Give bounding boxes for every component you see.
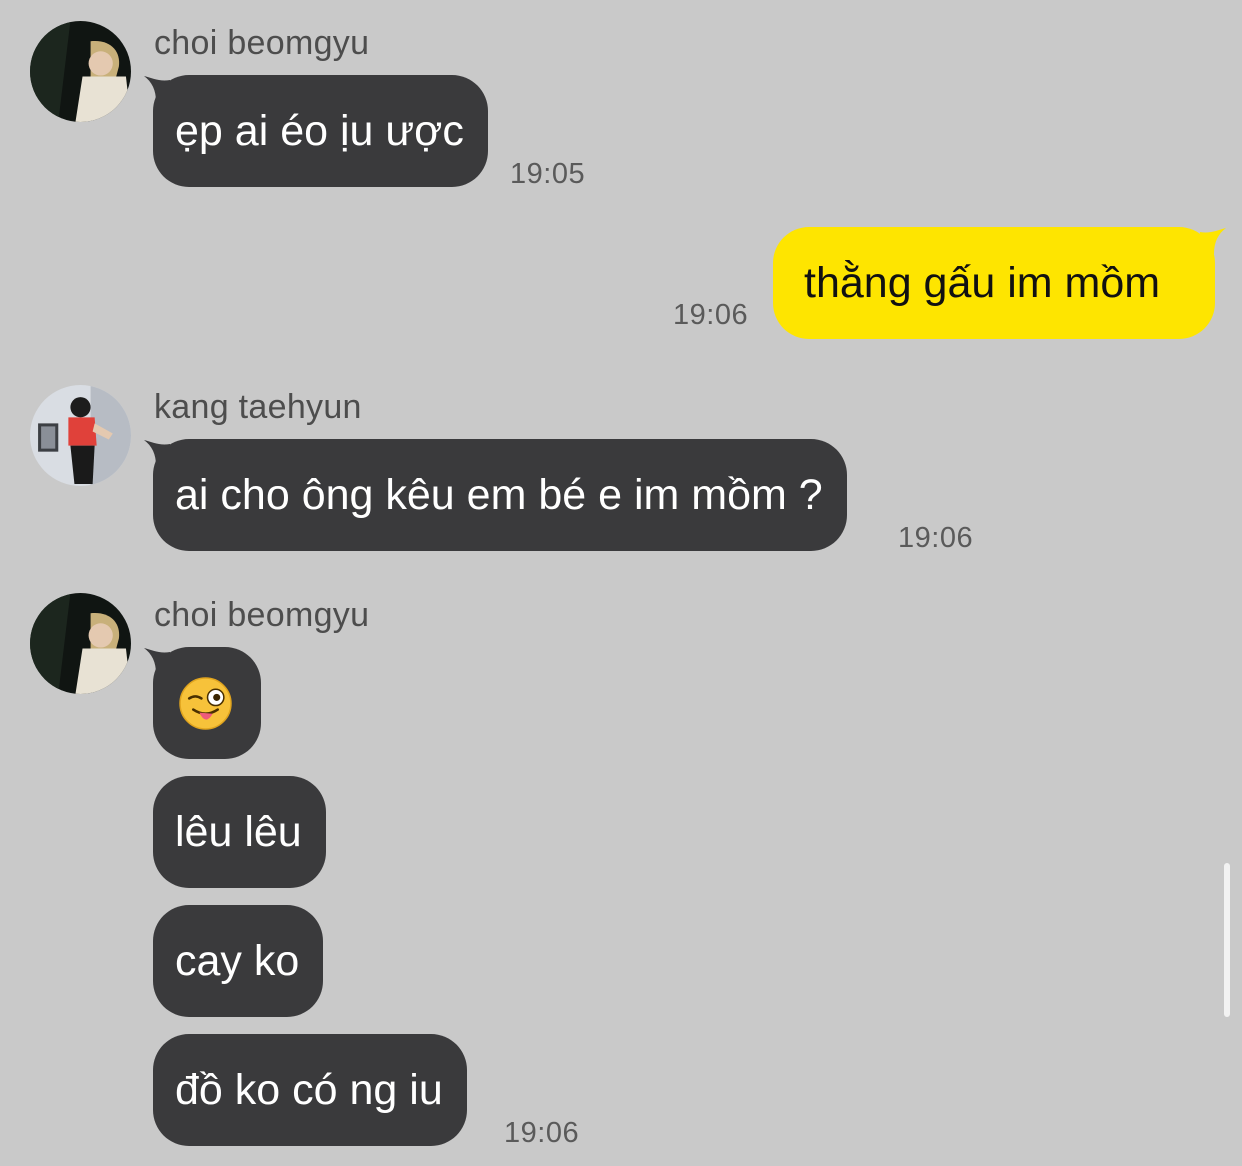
avatar-kang-taehyun[interactable]: [30, 385, 131, 486]
message-bubble[interactable]: ai cho ông kêu em bé e im mồm ?: [153, 439, 847, 551]
message-bubble-outgoing[interactable]: thằng gấu im mồm: [773, 227, 1215, 339]
avatar-choi-beomgyu[interactable]: [30, 593, 131, 694]
sender-name: choi beomgyu: [154, 24, 370, 62]
avatar-photo: [30, 385, 131, 486]
bubble-tail: [1200, 228, 1226, 254]
message-timestamp: 19:06: [504, 1117, 580, 1149]
emoji-message-bubble[interactable]: [153, 647, 261, 759]
message-timestamp: 19:06: [898, 522, 974, 554]
avatar-photo: [30, 21, 131, 122]
message-timestamp: 19:05: [510, 158, 586, 190]
sender-name: kang taehyun: [154, 388, 362, 426]
message-bubble[interactable]: đồ ko có ng iu: [153, 1034, 467, 1146]
sender-name: choi beomgyu: [154, 596, 370, 634]
message-timestamp: 19:06: [673, 299, 749, 331]
avatar-choi-beomgyu[interactable]: [30, 21, 131, 122]
message-bubble[interactable]: ẹp ai éo ịu ược: [153, 75, 488, 187]
message-bubble[interactable]: lêu lêu: [153, 776, 326, 888]
scrollbar[interactable]: [1224, 863, 1230, 1017]
winking-face-with-tongue-icon: [179, 677, 232, 730]
avatar-photo: [30, 593, 131, 694]
message-bubble[interactable]: cay ko: [153, 905, 324, 1017]
